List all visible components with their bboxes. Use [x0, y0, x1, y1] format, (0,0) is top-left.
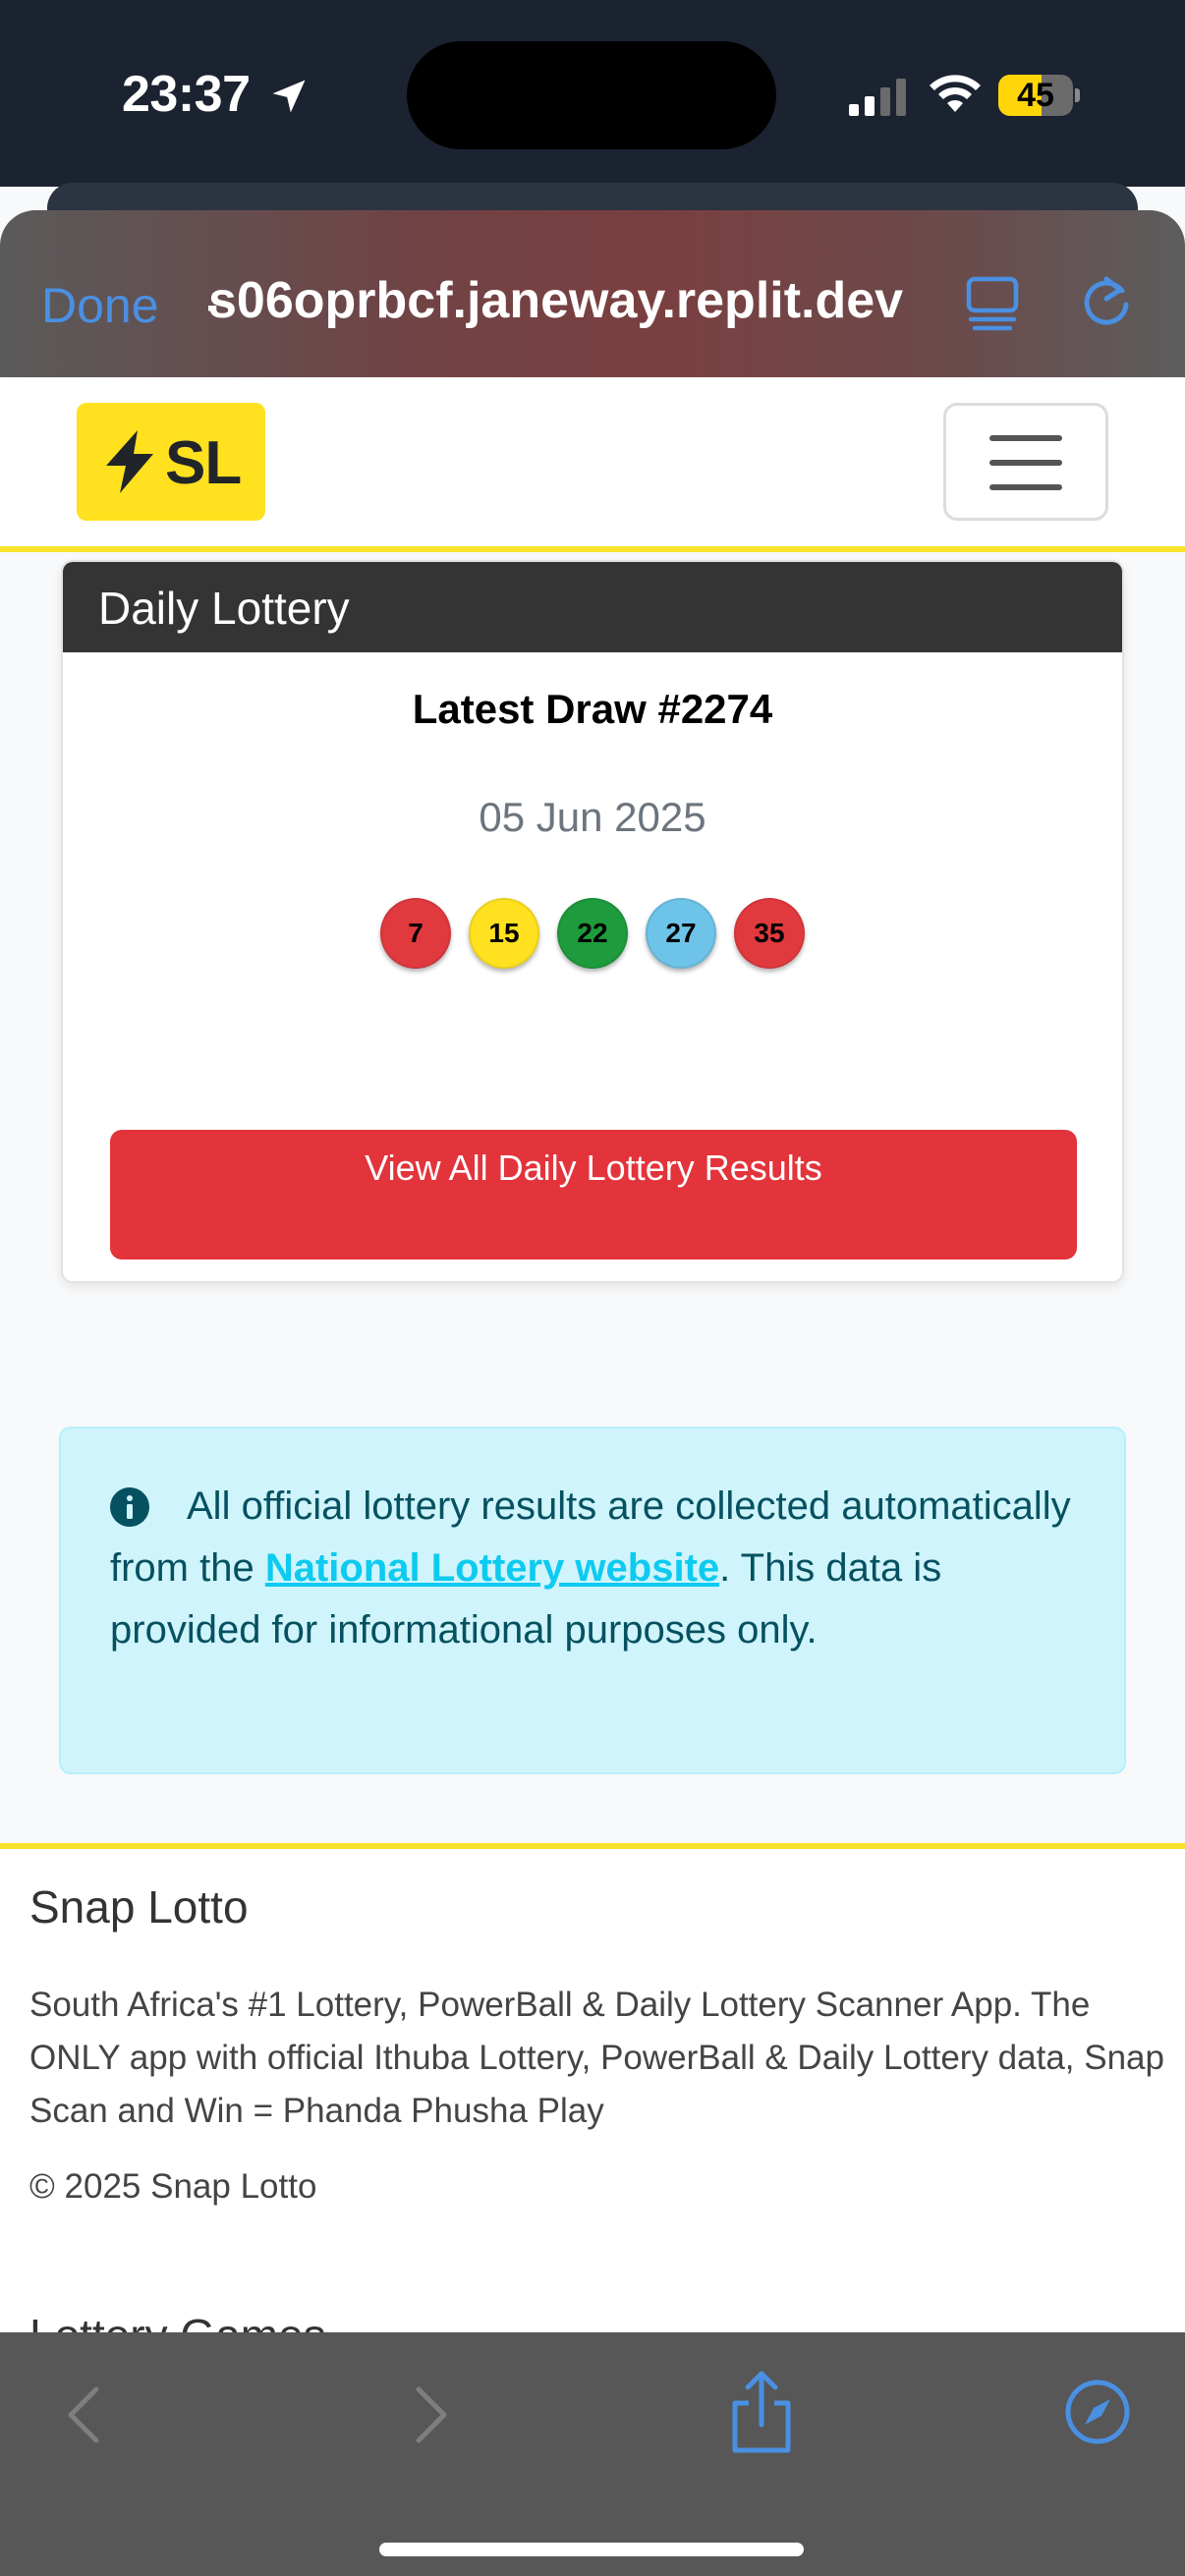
brand-logo[interactable]: SL [77, 403, 265, 521]
lottery-ball: 22 [557, 898, 628, 969]
footer-description: South Africa's #1 Lottery, PowerBall & D… [29, 1986, 1164, 2130]
lottery-ball: 27 [646, 898, 716, 969]
hamburger-menu-icon [989, 435, 1062, 441]
reload-icon[interactable] [1077, 271, 1136, 332]
brand-text: SL [165, 429, 242, 497]
draw-date: 05 Jun 2025 [479, 794, 706, 840]
battery-percent: 45 [1017, 77, 1054, 114]
forward-icon[interactable] [403, 2383, 456, 2446]
status-bar: 23:37 45 [0, 0, 1185, 187]
compass-icon[interactable] [1065, 2380, 1130, 2444]
card-title: Daily Lottery [98, 583, 350, 634]
lottery-ball: 35 [734, 898, 805, 969]
browser-header: Done ̵s06oprbcf.janeway.replit.dev [0, 210, 1185, 377]
hamburger-menu-button[interactable] [943, 403, 1108, 521]
draw-title: Latest Draw #2274 [412, 686, 773, 732]
share-icon[interactable] [727, 2370, 796, 2454]
status-time: 23:37 [122, 66, 251, 123]
daily-lottery-card: Daily Lottery Latest Draw #2274 05 Jun 2… [61, 560, 1124, 1283]
footer-title: Snap Lotto [29, 1881, 249, 1932]
wifi-icon [930, 75, 981, 112]
back-icon[interactable] [59, 2383, 112, 2446]
card-header: Daily Lottery [63, 562, 1122, 652]
lottery-ball: 7 [380, 898, 451, 969]
battery-icon: 45 [998, 75, 1080, 116]
cellular-signal-icon [849, 79, 906, 116]
url-field[interactable]: ̵s06oprbcf.janeway.replit.dev [208, 271, 924, 330]
info-alert: All official lottery results are collect… [59, 1427, 1126, 1774]
lightning-bolt-icon [106, 430, 153, 493]
home-indicator [379, 2543, 804, 2556]
dynamic-island [407, 41, 776, 149]
browser-toolbar [0, 2332, 1185, 2576]
site-navbar: SL [0, 377, 1185, 552]
info-alert-text: All official lottery results are collect… [110, 1476, 1093, 1661]
national-lottery-link[interactable]: National Lottery website [265, 1546, 719, 1590]
view-all-results-button[interactable]: View All Daily Lottery Results [110, 1130, 1077, 1260]
done-button[interactable]: Done [41, 277, 159, 334]
lottery-balls: 7 15 22 27 35 [63, 898, 1122, 969]
footer-copyright: © 2025 Snap Lotto [29, 2167, 317, 2206]
tabs-icon[interactable] [965, 273, 1020, 332]
location-arrow-icon [272, 80, 306, 113]
lottery-ball: 15 [469, 898, 539, 969]
